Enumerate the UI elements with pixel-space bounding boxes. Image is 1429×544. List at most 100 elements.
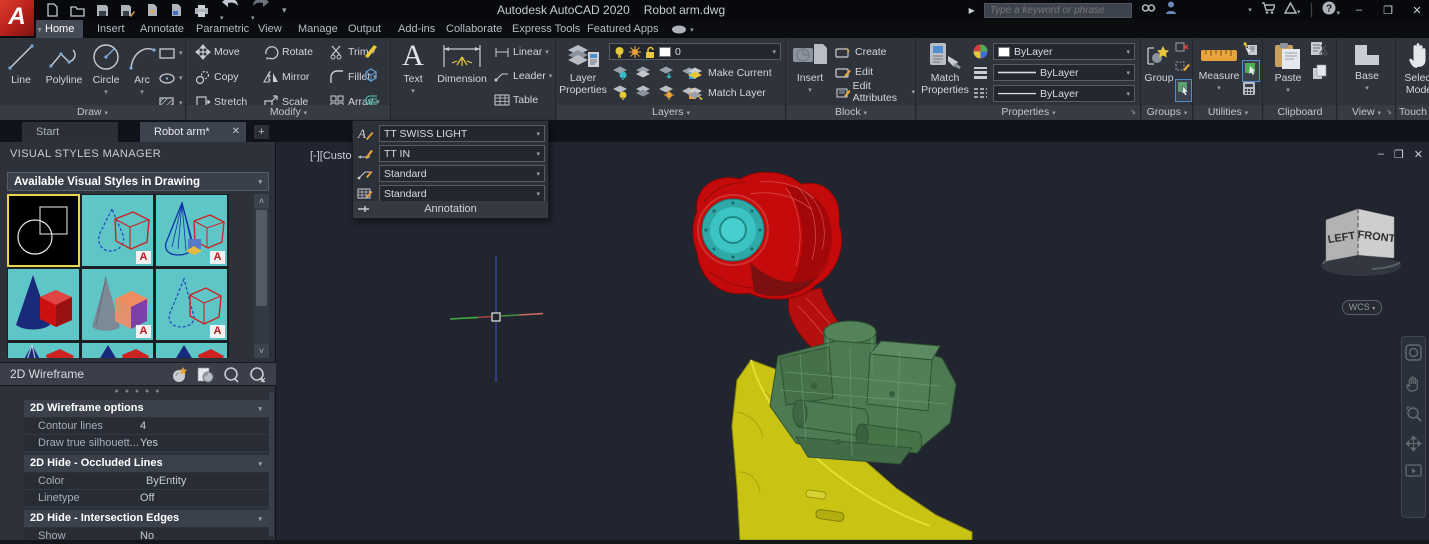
search-expand-icon[interactable]: ▶ — [969, 6, 975, 15]
ungroup-icon[interactable] — [1175, 41, 1190, 60]
layer-isolate-icon[interactable] — [612, 64, 629, 80]
insert-button[interactable]: Insert▾ — [790, 42, 830, 94]
publish-icon[interactable] — [170, 3, 183, 17]
tab-featured-apps[interactable]: Featured Apps — [578, 20, 668, 38]
layer-thaw-all-icon[interactable] — [635, 84, 652, 100]
viewport-restore-button[interactable]: ❐ — [1394, 148, 1404, 161]
available-styles-combo[interactable]: Available Visual Styles in Drawing▾ — [7, 172, 269, 191]
edit-attributes-button[interactable]: Edit Attributes▾ — [835, 83, 915, 101]
account-dropdown[interactable]: ▾ — [1186, 6, 1252, 14]
navigation-wheel-icon[interactable] — [1405, 344, 1422, 361]
erase-button[interactable] — [363, 42, 379, 63]
style-sketchy-thumbnail[interactable]: A — [81, 194, 154, 267]
style-xray-thumbnail[interactable] — [155, 342, 228, 358]
qat-customize-icon[interactable]: ▾ — [282, 5, 287, 16]
zoom-icon[interactable] — [1405, 405, 1423, 423]
table-button[interactable]: Table — [494, 91, 538, 109]
pin-icon[interactable] — [357, 204, 370, 214]
viewport-close-button[interactable]: ✕ — [1414, 148, 1423, 161]
plot-icon[interactable] — [194, 4, 209, 17]
panel-draw-label[interactable]: Draw ▾ — [0, 105, 185, 120]
section-2d-hide-occluded-lines[interactable]: 2D Hide - Occluded Lines▾ — [24, 455, 270, 472]
layer-off-icon[interactable] — [658, 64, 675, 80]
save-as-icon[interactable] — [120, 4, 135, 17]
new-drawing-tab-button[interactable]: + — [254, 125, 269, 139]
style-conceptual-thumbnail[interactable] — [7, 268, 80, 341]
panel-view-label[interactable]: View ▾ ⇘ — [1338, 105, 1395, 120]
palette-scrollbar[interactable] — [269, 392, 274, 536]
file-tab-start[interactable]: Start — [22, 122, 118, 142]
select-mode-button[interactable]: Select Mode — [1398, 40, 1429, 96]
tab-insert[interactable]: Insert — [88, 20, 134, 38]
help-icon[interactable]: ?▾ — [1322, 1, 1340, 20]
text-style-combo[interactable]: TT SWISS LIGHT▾ — [379, 125, 545, 142]
panel-touch-label[interactable]: Touch — [1397, 105, 1429, 120]
panel-utilities-label[interactable]: Utilities ▾ — [1194, 105, 1262, 120]
open-file-icon[interactable] — [70, 4, 85, 17]
show-motion-icon[interactable] — [1405, 464, 1422, 479]
viewcube[interactable]: LEFT FRONT — [1318, 200, 1408, 284]
close-button[interactable]: ✕ — [1407, 4, 1427, 17]
apply-style-icon[interactable] — [223, 366, 240, 383]
orbit-icon[interactable] — [1405, 435, 1422, 452]
group-selection-toggle[interactable] — [1175, 79, 1192, 102]
arc-button[interactable]: Arc▾ — [128, 42, 156, 96]
section-2d-hide-intersection-edges[interactable]: 2D Hide - Intersection Edges▾ — [24, 510, 270, 527]
style-sketchy2-thumbnail[interactable] — [7, 342, 80, 358]
match-properties-button[interactable]: Match Properties — [921, 42, 969, 96]
model-space-viewport[interactable]: [-][Custom Vie – ❐ ✕ — [0, 142, 1429, 540]
property-row[interactable]: LinetypeOff — [24, 490, 270, 507]
layer-properties-button[interactable]: Layer Properties — [560, 42, 606, 96]
export-style-icon[interactable] — [197, 366, 214, 383]
move-button[interactable]: Move — [195, 43, 240, 61]
scroll-up-icon[interactable]: ˄ — [254, 194, 269, 208]
tab-view[interactable]: View — [249, 20, 291, 38]
panel-block-label[interactable]: Block ▾ — [787, 105, 915, 120]
linetype-combo[interactable]: ByLayer▾ — [993, 85, 1135, 102]
group-edit-icon[interactable] — [1175, 60, 1190, 79]
style-shaded-thumbnail[interactable]: A — [81, 268, 154, 341]
tab-annotate[interactable]: Annotate — [131, 20, 193, 38]
line-button[interactable]: Line — [4, 42, 38, 86]
create-block-button[interactable]: Create — [835, 43, 887, 61]
restore-button[interactable]: ❐ — [1378, 4, 1398, 17]
view-dialog-launcher[interactable]: ⇘ — [1386, 105, 1392, 120]
panel-modify-label[interactable]: Modify ▾ — [187, 105, 390, 120]
dimension-button[interactable]: Dimension — [434, 41, 490, 85]
section-2d-wireframe-options[interactable]: 2D Wireframe options▾ — [24, 400, 270, 417]
property-row[interactable]: ShowNo — [24, 528, 270, 540]
panel-properties-label[interactable]: Properties ▾ ⇘ — [917, 105, 1140, 120]
copy-clip-icon[interactable] — [1312, 64, 1328, 85]
multileader-style-combo[interactable]: Standard▾ — [379, 165, 545, 182]
style-2d-wireframe-thumbnail[interactable] — [7, 194, 80, 267]
search-icon[interactable] — [1141, 1, 1156, 19]
quick-calculator-icon[interactable] — [1242, 81, 1256, 101]
scrollbar-thumb[interactable] — [256, 210, 267, 306]
create-style-icon[interactable] — [171, 366, 188, 383]
palette-splitter[interactable]: ● ● ● ● ● — [0, 388, 276, 396]
style-realistic-thumbnail[interactable] — [81, 342, 154, 358]
quick-select-icon[interactable] — [1242, 41, 1258, 61]
base-button[interactable]: Base▾ — [1347, 42, 1387, 92]
cut-icon[interactable] — [1310, 41, 1328, 61]
layer-freeze-icon[interactable] — [635, 64, 652, 80]
style-wireframe-thumbnail[interactable]: A — [155, 194, 228, 267]
property-row[interactable]: ColorByEntity — [24, 473, 270, 490]
panel-clipboard-label[interactable]: Clipboard — [1264, 105, 1336, 120]
new-file-icon[interactable] — [46, 3, 59, 17]
layer-on-all-icon[interactable] — [612, 84, 629, 100]
cart-icon[interactable] — [1261, 1, 1275, 19]
rotate-button[interactable]: Rotate — [263, 43, 313, 61]
table-style-combo[interactable]: Standard▾ — [379, 185, 545, 202]
property-row[interactable]: Contour lines4 — [24, 418, 270, 435]
ellipse-button[interactable]: ▾ — [158, 69, 183, 87]
scroll-down-icon[interactable]: ˅ — [254, 344, 269, 358]
text-button[interactable]: A Text▾ — [396, 41, 430, 95]
copy-button[interactable]: Copy — [195, 68, 239, 86]
match-layer-button[interactable]: Match Layer — [687, 84, 766, 102]
style-grid-scrollbar[interactable]: ˄ ˅ — [254, 194, 269, 358]
circle-button[interactable]: Circle▾ — [88, 42, 124, 96]
properties-dialog-launcher[interactable]: ⇘ — [1130, 105, 1136, 120]
object-color-combo[interactable]: ByLayer▾ — [993, 43, 1135, 60]
wcs-dropdown[interactable]: WCS ▾ — [1342, 300, 1382, 315]
